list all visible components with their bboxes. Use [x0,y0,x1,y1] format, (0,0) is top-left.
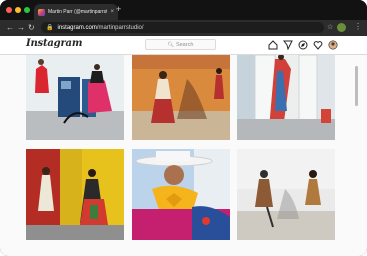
heart-icon[interactable] [313,40,323,50]
send-icon[interactable] [283,40,293,50]
new-tab-button[interactable]: + [116,5,121,14]
post-white-hat-yellow-bow[interactable] [132,149,230,240]
search-input[interactable]: 🔍︎ Search [145,39,216,50]
instagram-favicon-icon [38,8,45,16]
post-women-shadow-wall[interactable] [132,49,230,140]
zoom-window-button[interactable] [24,7,30,13]
profile-avatar-icon[interactable] [337,23,346,32]
browser-menu-icon[interactable]: ⋮ [354,21,362,33]
back-button[interactable]: ← [6,22,14,33]
tab-strip: Martin Parr (@martinparrstudio) × + [0,0,367,20]
forward-button[interactable]: → [17,22,25,33]
instagram-header: Instagram 🔍︎ Search [0,36,367,55]
tab-close-icon[interactable]: × [110,9,114,15]
browser-tab[interactable]: Martin Parr (@martinparrstudio) × [34,4,118,20]
url-text: instagram.com/martinparrstudio/ [57,25,143,31]
minimize-window-button[interactable] [15,7,21,13]
bookmark-star-icon[interactable]: ☆ [327,22,333,33]
browser-toolbar: ← → ↻ 🔒 instagram.com/martinparrstudio/ … [0,20,367,36]
url-host: instagram.com [57,24,97,31]
reload-button[interactable]: ↻ [28,22,35,33]
posts-grid [26,49,335,256]
home-icon[interactable] [268,40,278,50]
explore-icon[interactable] [298,40,308,50]
post-white-doors[interactable] [237,49,335,140]
address-bar[interactable]: 🔒 instagram.com/martinparrstudio/ [41,22,324,33]
search-icon: 🔍︎ [167,41,174,48]
search-placeholder: Search [175,41,194,48]
page-scrollbar[interactable] [355,66,358,106]
instagram-page: Instagram 🔍︎ Search [0,36,367,256]
post-white-stone-wall[interactable] [237,149,335,240]
profile-avatar[interactable] [328,40,338,50]
browser-window: Martin Parr (@martinparrstudio) × + ← → … [0,0,367,256]
post-yellow-wall[interactable] [26,149,124,240]
close-window-button[interactable] [6,7,12,13]
instagram-logo[interactable]: Instagram [26,38,82,49]
lock-icon: 🔒 [46,25,54,31]
post-red-dress-gas-pump[interactable] [26,49,124,140]
url-path: /martinparrstudio/ [96,24,144,31]
tab-title: Martin Parr (@martinparrstudio) [48,9,108,15]
